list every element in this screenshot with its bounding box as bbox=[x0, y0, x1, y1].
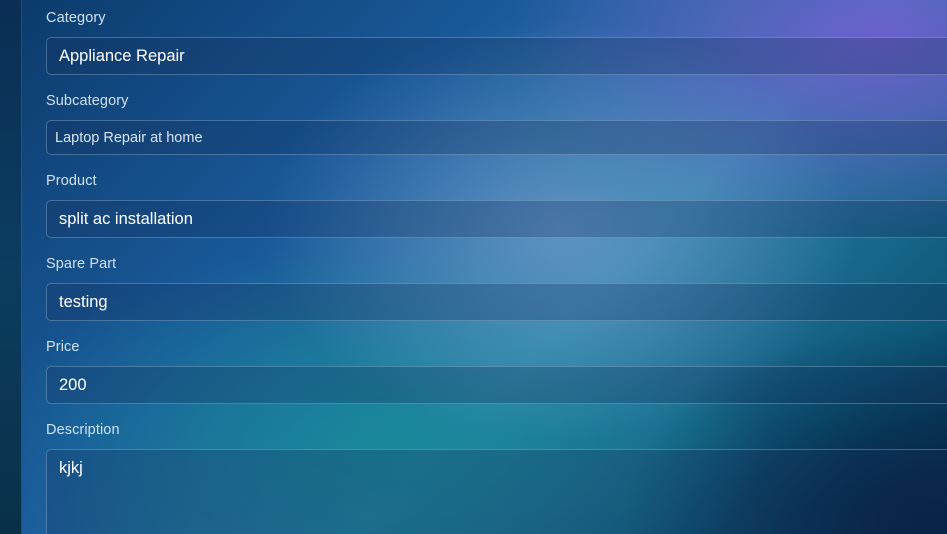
subcategory-label: Subcategory bbox=[46, 93, 129, 109]
subcategory-field[interactable] bbox=[46, 120, 947, 155]
description-textarea[interactable]: kjkj bbox=[46, 449, 947, 534]
sidebar-edge bbox=[0, 0, 22, 534]
category-label: Category bbox=[46, 10, 106, 26]
product-label: Product bbox=[46, 173, 97, 189]
product-field[interactable] bbox=[46, 200, 947, 238]
category-field[interactable] bbox=[46, 37, 947, 75]
description-label: Description bbox=[46, 422, 120, 438]
spare-part-label: Spare Part bbox=[46, 256, 117, 272]
price-label: Price bbox=[46, 339, 80, 355]
spare-part-field[interactable] bbox=[46, 283, 947, 321]
price-field[interactable] bbox=[46, 366, 947, 404]
